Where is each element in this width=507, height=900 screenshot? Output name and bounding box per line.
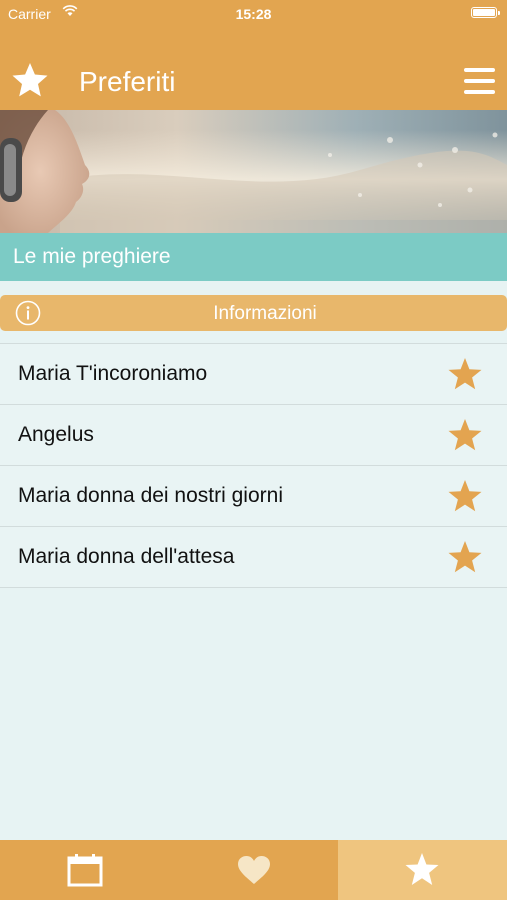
star-icon [405,853,439,885]
header: Carrier 15:28 Preferiti [0,0,507,110]
menu-icon[interactable] [464,68,495,96]
prayer-title: Maria donna dell'attesa [18,545,235,568]
battery-icon [471,7,500,18]
list-item[interactable]: Angelus [0,405,507,466]
page-title: Preferiti [79,66,176,97]
calendar-icon [67,854,103,887]
prayer-title: Maria T'incoroniamo [18,362,208,385]
prayer-title: Angelus [18,423,94,446]
status-bar: Carrier 15:28 [0,0,507,28]
prayer-title: Maria donna dei nostri giorni [18,484,283,507]
section-header: Le mie preghiere [0,233,507,281]
star-icon[interactable] [447,357,483,391]
list-item[interactable]: Maria donna dei nostri giorni [0,466,507,527]
navigation-bar: Preferiti [0,56,507,110]
tab-favorites-heart[interactable] [169,840,338,900]
star-icon[interactable] [10,60,50,100]
favorites-list: Maria T'incoroniamo Angelus Maria donna … [0,343,507,588]
tab-starred[interactable] [338,840,507,900]
list-item[interactable]: Maria donna dell'attesa [0,527,507,588]
tab-calendar[interactable] [0,840,169,900]
star-icon[interactable] [447,479,483,513]
list-item[interactable]: Maria T'incoroniamo [0,344,507,405]
section-title: Le mie preghiere [13,245,171,268]
header-banner-image [0,110,507,233]
info-button[interactable]: Informazioni [0,295,507,331]
heart-icon [238,856,270,884]
star-icon[interactable] [447,418,483,452]
star-icon[interactable] [447,540,483,574]
info-label: Informazioni [213,303,317,324]
clock: 15:28 [235,6,272,22]
tab-bar [0,840,507,900]
